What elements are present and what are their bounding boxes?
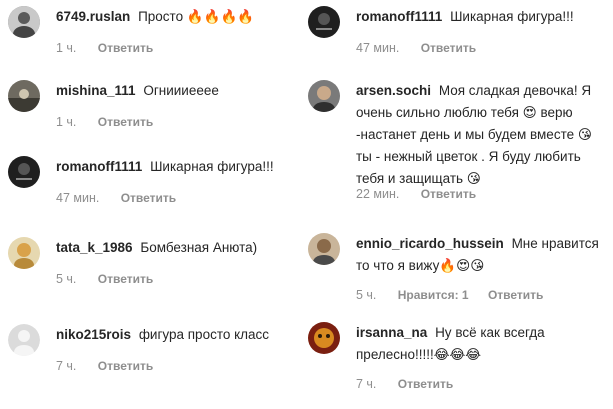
comment-username[interactable]: ennio_ricardo_hussein [356, 236, 504, 251]
comment-time[interactable]: 1 ч. [56, 41, 76, 55]
comment-item: romanoff1111 Шикарная фигура!!! 47 мин. … [308, 6, 608, 62]
comment-item: ennio_ricardo_hussein Мне нравится то чт… [308, 233, 608, 309]
comment-time[interactable]: 5 ч. [56, 272, 76, 286]
comment-text: Шикарная фигура!!! [150, 159, 274, 174]
comment-text: Моя сладкая девочка! Я очень сильно любл… [356, 83, 592, 186]
comment-item: romanoff1111 Шикарная фигура!!! 47 мин. … [8, 156, 288, 212]
comment-time[interactable]: 7 ч. [356, 377, 376, 391]
avatar[interactable] [8, 324, 40, 356]
comment-time[interactable]: 5 ч. [356, 288, 376, 302]
comment-time[interactable]: 47 мин. [356, 41, 399, 55]
comment-time[interactable]: 22 мин. [356, 187, 399, 201]
comment-username[interactable]: irsanna_na [356, 325, 427, 340]
comment-text: Просто 🔥🔥🔥🔥 [138, 9, 255, 24]
avatar[interactable] [8, 156, 40, 188]
reply-button[interactable]: Ответить [398, 377, 453, 391]
reply-button[interactable]: Ответить [98, 359, 153, 373]
comment-username[interactable]: tata_k_1986 [56, 240, 133, 255]
comment-text: Шикарная фигура!!! [450, 9, 574, 24]
comment-item: mishina_111 Огниииееее 1 ч. Ответить [8, 80, 288, 136]
reply-button[interactable]: Ответить [98, 115, 153, 129]
comment-text: Бомбезная Анюта) [140, 240, 258, 255]
reply-button[interactable]: Ответить [98, 272, 153, 286]
reply-button[interactable]: Ответить [121, 191, 176, 205]
avatar[interactable] [8, 6, 40, 38]
comment-username[interactable]: 6749.ruslan [56, 9, 130, 24]
avatar[interactable] [308, 322, 340, 354]
comment-username[interactable]: arsen.sochi [356, 83, 431, 98]
avatar[interactable] [8, 237, 40, 269]
reply-button[interactable]: Ответить [488, 288, 543, 302]
avatar[interactable] [8, 80, 40, 112]
comment-text: фигура просто класс [138, 327, 270, 342]
comment-item: arsen.sochi Моя сладкая девочка! Я очень… [308, 80, 608, 210]
comment-username[interactable]: romanoff1111 [356, 9, 442, 24]
avatar[interactable] [308, 80, 340, 112]
reply-button[interactable]: Ответить [421, 41, 476, 55]
likes-count[interactable]: Нравится: 1 [398, 288, 469, 302]
reply-button[interactable]: Ответить [421, 187, 476, 201]
comment-item: 6749.ruslan Просто 🔥🔥🔥🔥 1 ч. Ответить [8, 6, 288, 62]
comment-time[interactable]: 7 ч. [56, 359, 76, 373]
comment-item: tata_k_1986 Бомбезная Анюта) 5 ч. Ответи… [8, 237, 288, 293]
comment-text: Огниииееее [143, 83, 219, 98]
comment-item: niko215rois фигура просто класс 7 ч. Отв… [8, 324, 288, 380]
comment-time[interactable]: 1 ч. [56, 115, 76, 129]
comment-username[interactable]: mishina_111 [56, 83, 136, 98]
comment-time[interactable]: 47 мин. [56, 191, 99, 205]
avatar[interactable] [308, 233, 340, 265]
comment-username[interactable]: romanoff1111 [56, 159, 142, 174]
avatar[interactable] [308, 6, 340, 38]
comment-username[interactable]: niko215rois [56, 327, 131, 342]
reply-button[interactable]: Ответить [98, 41, 153, 55]
comment-item: irsanna_na Ну всё как всегда прелесно!!!… [308, 322, 608, 398]
